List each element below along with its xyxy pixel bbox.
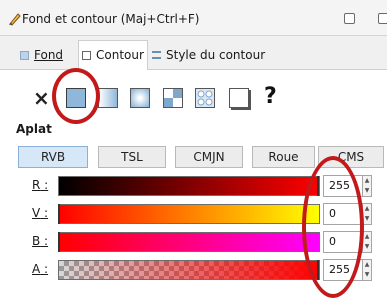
unset-button[interactable]: ? (264, 83, 277, 111)
tab-fond-label: Fond (34, 48, 64, 62)
annotation-ellipse-values (302, 156, 364, 298)
stroke-outline-icon (82, 50, 91, 60)
color-model-cmjn[interactable]: CMJN (175, 146, 243, 168)
channel-v-stepper[interactable]: ▲ ▼ (363, 203, 372, 225)
channel-b-handle[interactable] (58, 232, 64, 252)
channel-v-slider[interactable] (58, 204, 320, 224)
tab-contour-label: Contour (96, 48, 144, 62)
section-label-aplat: Aplat (16, 122, 52, 136)
tab-style-du-contour[interactable]: Style du contour (152, 44, 265, 66)
channel-v-handle[interactable] (58, 204, 64, 224)
tab-fond[interactable]: Fond (20, 44, 63, 66)
window-title: Fond et contour (Maj+Ctrl+F) (22, 12, 200, 26)
channel-b-label: B : (32, 234, 49, 248)
brush-icon (9, 13, 21, 26)
linear-gradient-button[interactable] (98, 88, 118, 108)
color-model-roue[interactable]: Roue (252, 146, 315, 168)
stroke-style-icon (152, 51, 161, 59)
channel-a-slider[interactable] (58, 260, 320, 280)
channel-a-stepper[interactable]: ▲ ▼ (363, 259, 372, 281)
channel-r-slider[interactable] (58, 176, 320, 196)
pattern-button[interactable] (163, 88, 183, 108)
mesh-icon (197, 90, 213, 106)
channel-v-label: V : (32, 206, 49, 220)
swatch-button[interactable] (229, 88, 249, 108)
mesh-button[interactable] (195, 88, 215, 108)
channel-b-slider[interactable] (58, 232, 320, 252)
channel-r-stepper[interactable]: ▲ ▼ (363, 175, 372, 197)
annotation-ellipse-flat-color (52, 68, 100, 124)
channel-b-stepper[interactable]: ▲ ▼ (363, 231, 372, 253)
fill-icon (20, 50, 29, 60)
minimize-button[interactable] (344, 13, 355, 24)
channel-a-label: A : (32, 262, 49, 276)
close-button[interactable] (378, 13, 387, 24)
no-paint-button[interactable]: × (33, 84, 50, 112)
color-model-tsl[interactable]: TSL (98, 146, 166, 168)
tab-style-du-contour-label: Style du contour (166, 48, 266, 62)
tab-contour[interactable]: Contour (82, 44, 144, 66)
channel-r-label: R : (32, 178, 49, 192)
radial-gradient-button[interactable] (130, 88, 150, 108)
color-model-rvb[interactable]: RVB (18, 146, 88, 168)
